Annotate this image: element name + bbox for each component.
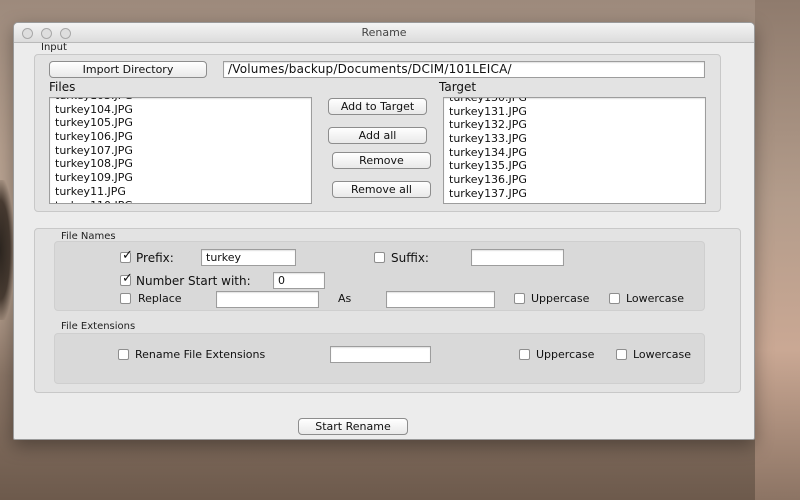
files-list-item[interactable]: turkey107.JPG <box>50 144 311 158</box>
files-label: Files <box>49 80 76 94</box>
window-title: Rename <box>361 26 407 39</box>
target-list-item[interactable]: turkey138.JPG <box>444 201 705 204</box>
files-list-item[interactable]: turkey11.JPG <box>50 185 311 199</box>
extensions-lowercase-label: Lowercase <box>633 348 691 361</box>
names-lowercase-checkbox[interactable] <box>609 293 620 304</box>
target-list-items: turkey130.JPG turkey131.JPG turkey132.JPG t… <box>444 98 705 204</box>
number-start-label: Number Start with: <box>136 274 251 288</box>
extensions-uppercase-checkbox[interactable] <box>519 349 530 360</box>
start-rename-button[interactable]: Start Rename <box>298 418 408 435</box>
input-group-label: Input <box>41 42 67 53</box>
rename-window: Rename Input Import Directory /Volumes/b… <box>13 22 755 440</box>
target-list-item[interactable]: turkey131.JPG <box>444 105 705 119</box>
target-list-item[interactable]: turkey133.JPG <box>444 132 705 146</box>
replace-label: Replace <box>138 292 182 305</box>
target-list-item[interactable]: turkey136.JPG <box>444 173 705 187</box>
target-list-item[interactable]: turkey137.JPG <box>444 187 705 201</box>
title-bar[interactable]: Rename <box>14 23 754 43</box>
add-all-button[interactable]: Add all <box>328 127 427 144</box>
replace-checkbox[interactable] <box>120 293 131 304</box>
add-to-target-button[interactable]: Add to Target <box>328 98 427 115</box>
target-label: Target <box>439 80 477 94</box>
rename-extensions-checkbox[interactable] <box>118 349 129 360</box>
prefix-checkbox[interactable]: ✓ <box>120 248 133 263</box>
prefix-field[interactable]: turkey <box>201 249 296 266</box>
target-list-item[interactable]: turkey134.JPG <box>444 146 705 160</box>
files-list[interactable]: turkey103.JPGturkey104.JPGturkey105.JPGt… <box>49 97 312 204</box>
target-list-item[interactable]: turkey132.JPG <box>444 118 705 132</box>
directory-path-field[interactable]: /Volumes/backup/Documents/DCIM/101LEICA/ <box>223 61 705 78</box>
import-directory-button[interactable]: Import Directory <box>49 61 207 78</box>
desktop-wallpaper <box>755 0 800 500</box>
names-lowercase-label: Lowercase <box>626 292 684 305</box>
files-list-item[interactable]: turkey105.JPG <box>50 116 311 130</box>
extensions-uppercase-label: Uppercase <box>536 348 595 361</box>
number-start-checkmark-icon: ✓ <box>122 271 133 286</box>
suffix-field[interactable] <box>471 249 564 266</box>
target-list[interactable]: turkey130.JPG turkey131.JPG turkey132.JPG t… <box>443 97 706 204</box>
prefix-checkmark-icon: ✓ <box>122 248 133 263</box>
replace-field[interactable] <box>216 291 319 308</box>
suffix-label: Suffix: <box>391 251 429 265</box>
files-list-item[interactable]: turkey109.JPG <box>50 171 311 185</box>
suffix-checkbox[interactable] <box>374 252 385 263</box>
file-extensions-label: File Extensions <box>61 321 136 332</box>
extensions-lowercase-checkbox[interactable] <box>616 349 627 360</box>
number-start-checkbox[interactable]: ✓ <box>120 271 133 286</box>
number-start-field[interactable]: 0 <box>273 272 325 289</box>
desktop-wallpaper-tree <box>0 180 14 320</box>
names-uppercase-checkbox[interactable] <box>514 293 525 304</box>
remove-button[interactable]: Remove <box>332 152 431 169</box>
prefix-label: Prefix: <box>136 251 174 265</box>
files-list-item[interactable]: turkey106.JPG <box>50 130 311 144</box>
as-label: As <box>338 292 352 305</box>
as-field[interactable] <box>386 291 495 308</box>
target-list-item[interactable]: turkey130.JPG <box>444 98 705 105</box>
rename-extensions-label: Rename File Extensions <box>135 348 266 361</box>
target-list-item[interactable]: turkey135.JPG <box>444 159 705 173</box>
files-list-items: turkey103.JPGturkey104.JPGturkey105.JPGt… <box>50 98 311 204</box>
files-list-item[interactable]: turkey110.JPG <box>50 199 311 204</box>
files-list-item[interactable]: turkey104.JPG <box>50 103 311 117</box>
extension-field[interactable] <box>330 346 431 363</box>
files-list-item[interactable]: turkey108.JPG <box>50 157 311 171</box>
names-uppercase-label: Uppercase <box>531 292 590 305</box>
remove-all-button[interactable]: Remove all <box>332 181 431 198</box>
